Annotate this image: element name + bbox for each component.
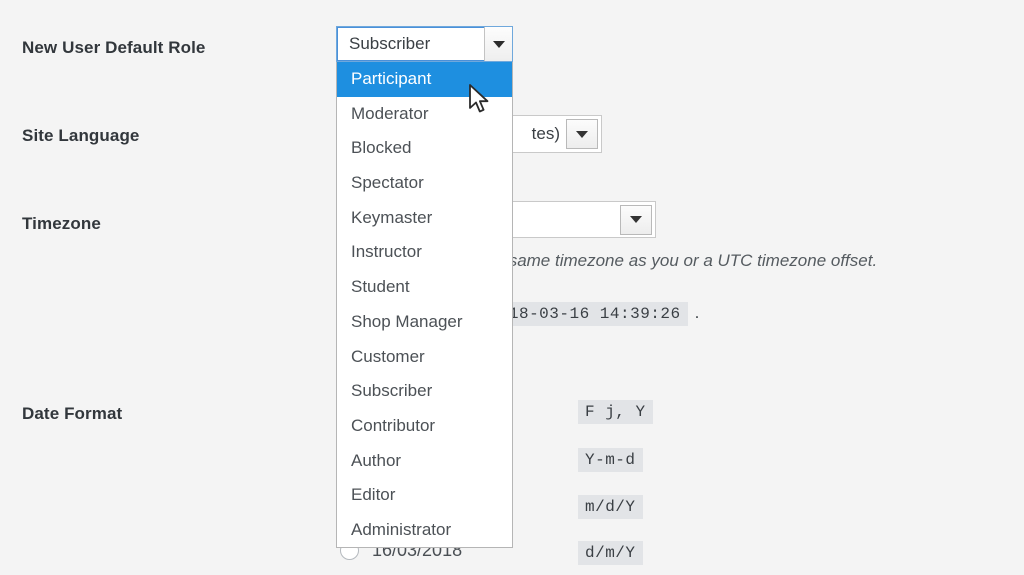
dropdown-option-customer[interactable]: Customer [337,340,512,375]
label-date-format: Date Format [22,404,123,423]
label-site-language: Site Language [22,126,140,145]
timezone-help-text: r in the same timezone as you or a UTC t… [452,251,878,270]
label-new-user-default-role: New User Default Role [22,38,206,57]
dropdown-option-shop-manager[interactable]: Shop Manager [337,305,512,340]
settings-page: New User Default Role Site Language Time… [0,0,1024,575]
new-user-default-role-selected-value: Subscriber [349,34,431,53]
date-format-code: Y-m-d [578,448,643,472]
dropdown-option-administrator[interactable]: Administrator [337,513,512,547]
dropdown-option-subscriber[interactable]: Subscriber [337,374,512,409]
dropdown-option-student[interactable]: Student [337,270,512,305]
dropdown-option-editor[interactable]: Editor [337,478,512,513]
dropdown-option-participant[interactable]: Participant [337,62,512,97]
dropdown-option-author[interactable]: Author [337,444,512,479]
dropdown-option-blocked[interactable]: Blocked [337,131,512,166]
utc-time-suffix: . [694,303,700,322]
date-format-code: d/m/Y [578,541,643,565]
new-user-default-role-select[interactable]: Subscriber [336,26,513,62]
chevron-down-icon[interactable] [620,204,652,235]
dropdown-option-instructor[interactable]: Instructor [337,235,512,270]
new-user-default-role-dropdown-list[interactable]: Participant Moderator Blocked Spectator … [336,62,513,548]
date-format-code-wrap: d/m/Y [578,541,643,565]
date-format-code-wrap: m/d/Y [578,495,643,519]
dropdown-option-contributor[interactable]: Contributor [337,409,512,444]
dropdown-option-moderator[interactable]: Moderator [337,97,512,132]
date-format-code-wrap: Y-m-d [578,448,643,472]
dropdown-option-keymaster[interactable]: Keymaster [337,201,512,236]
date-format-code: F j, Y [578,400,653,424]
chevron-down-icon[interactable] [484,27,512,61]
date-format-code-wrap: F j, Y [578,400,653,424]
label-timezone: Timezone [22,214,101,233]
dropdown-option-spectator[interactable]: Spectator [337,166,512,201]
date-format-code: m/d/Y [578,495,643,519]
chevron-down-icon[interactable] [566,119,598,149]
